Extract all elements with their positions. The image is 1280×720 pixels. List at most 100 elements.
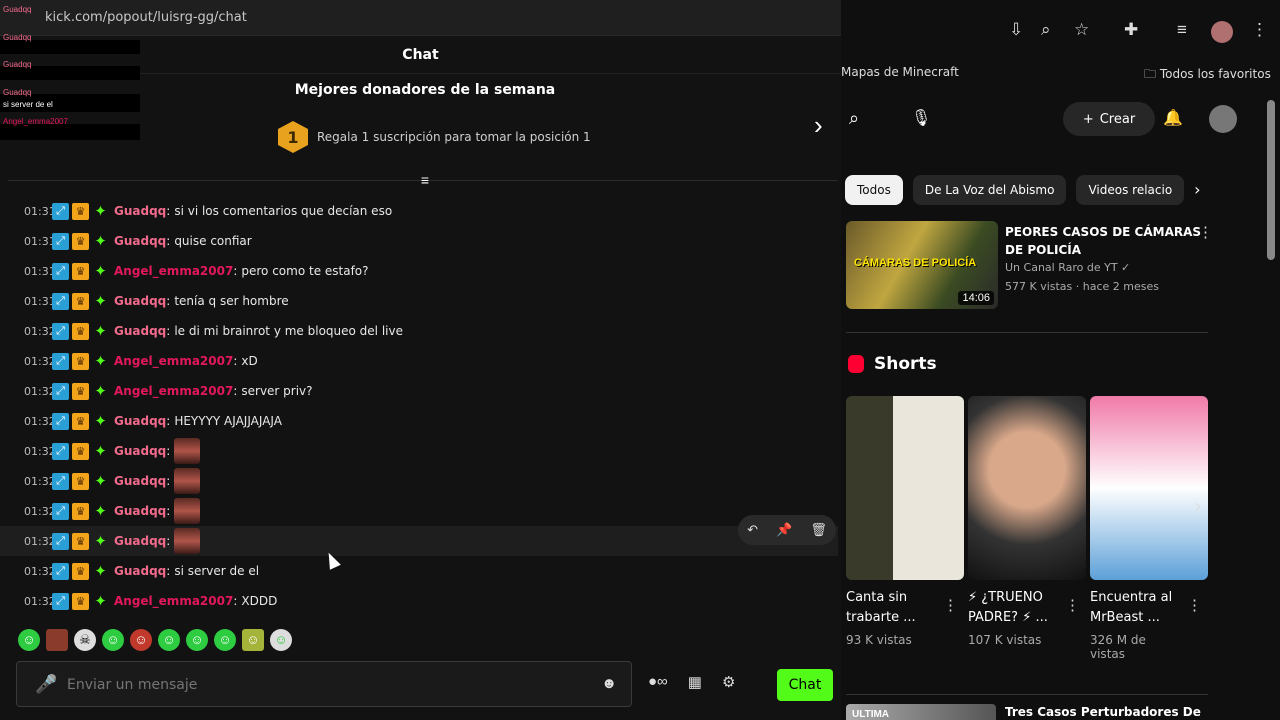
mic-icon[interactable]: 🎙	[911, 108, 931, 128]
chat-message[interactable]: 01:32 ⤢ ♛ ✦ Angel_emma2007: server priv?	[0, 376, 838, 406]
sub-badge-icon: ⤢	[52, 202, 69, 220]
more-icon[interactable]: ⋮	[1065, 596, 1080, 614]
chat-message[interactable]: 01:32 ⤢ ♛ ✦ Angel_emma2007: xD	[0, 346, 838, 376]
more-icon[interactable]: ⋮	[1187, 596, 1202, 614]
trash-icon[interactable]: 🗑	[810, 522, 827, 538]
chip-related[interactable]: Videos relacio	[1076, 175, 1185, 205]
profile-avatar[interactable]	[1211, 21, 1233, 43]
username[interactable]: Guadqq	[114, 504, 166, 518]
username[interactable]: Angel_emma2007	[114, 264, 233, 278]
short-title[interactable]: ⚡ ¿TRUENO PADRE? ⚡ ...	[968, 588, 1068, 628]
send-chat-button[interactable]: Chat	[777, 669, 833, 701]
short-thumbnail[interactable]	[1090, 396, 1208, 580]
search-icon[interactable]: ⌕	[849, 108, 859, 129]
short-title[interactable]: Canta sin trabarte ...	[846, 588, 946, 628]
video-thumbnail[interactable]: CÁMARAS DE POLICÍA 14:06	[846, 221, 998, 309]
short-title[interactable]: Encuentra al MrBeast ...	[1090, 588, 1190, 628]
video-card[interactable]: CÁMARAS DE POLICÍA 14:06 PEORES CASOS DE…	[846, 221, 1216, 311]
emote-icon[interactable]	[174, 438, 201, 464]
chevron-right-icon[interactable]: ›	[814, 110, 823, 141]
chat-message[interactable]: 01:31 ⤢ ♛ ✦ Guadqq: tenía q ser hombre	[0, 286, 838, 316]
username[interactable]: Guadqq	[114, 414, 166, 428]
reply-icon[interactable]: ↶	[747, 522, 758, 538]
message-input[interactable]	[67, 670, 587, 700]
username[interactable]: Guadqq	[114, 534, 166, 548]
verified-icon: ✓	[1121, 261, 1131, 274]
username[interactable]: Guadqq	[114, 324, 166, 338]
username[interactable]: Angel_emma2007	[114, 384, 233, 398]
video-title[interactable]: Tres Casos Perturbadores De	[1005, 705, 1201, 719]
chevron-right-icon[interactable]: ›	[1194, 175, 1200, 205]
more-icon[interactable]: ⋮	[943, 596, 958, 614]
short-thumbnail[interactable]	[846, 396, 964, 580]
infinity-icon[interactable]: ●∞	[648, 673, 668, 691]
more-icon[interactable]: ⋮	[1198, 223, 1213, 241]
bookmark-item[interactable]: Mapas de Minecraft	[841, 65, 959, 79]
emoji-icon[interactable]: ☻	[601, 675, 617, 692]
chat-message[interactable]: 01:31 ⤢ ♛ ✦ Guadqq: quise confiar	[0, 226, 838, 256]
timestamp: 01:31	[24, 264, 56, 278]
chat-message[interactable]: 01:31 ⤢ ♛ ✦ Guadqq: si vi los comentarios que…	[0, 196, 838, 226]
menu-icon[interactable]: ⋮	[1251, 20, 1268, 40]
avatar[interactable]	[1209, 105, 1237, 133]
collapse-icon[interactable]: ≡	[416, 172, 434, 188]
emote-icon[interactable]: ☺	[158, 629, 180, 651]
crown-badge-icon: ♛	[72, 292, 89, 310]
overlay-text: si server de el	[3, 99, 53, 109]
scrollbar[interactable]	[1267, 100, 1275, 260]
store-icon[interactable]: ▦	[688, 673, 702, 691]
username[interactable]: Guadqq	[114, 204, 166, 218]
emote-icon[interactable]: ☺	[18, 629, 40, 651]
chat-message[interactable]: 01:31 ⤢ ♛ ✦ Angel_emma2007: pero como te esta…	[0, 256, 838, 286]
chat-message[interactable]: 01:32 ⤢ ♛ ✦ Guadqq:	[0, 526, 838, 556]
emote-icon[interactable]: ☺	[214, 629, 236, 651]
emote-icon[interactable]	[174, 528, 201, 554]
short-thumbnail[interactable]	[968, 396, 1086, 580]
username[interactable]: Guadqq	[114, 444, 166, 458]
extensions-icon[interactable]: ✚	[1124, 20, 1138, 40]
pin-icon[interactable]: 📌	[776, 522, 792, 538]
media-icon[interactable]: ≡	[1177, 20, 1187, 40]
chat-message[interactable]: 01:32 ⤢ ♛ ✦ Guadqq: HEYYYY AJAJJAJAJA	[0, 406, 838, 436]
timestamp: 01:32	[24, 474, 56, 488]
zoom-icon[interactable]: ⌕	[1041, 20, 1051, 40]
username[interactable]: Angel_emma2007	[114, 594, 233, 608]
chevron-right-icon[interactable]: ›	[1195, 496, 1201, 517]
install-icon[interactable]: ⇩	[1009, 20, 1023, 40]
chat-message[interactable]: 01:32 ⤢ ♛ ✦ Guadqq: si server de el	[0, 556, 838, 586]
message-input-box: 🎤 ☻	[16, 661, 632, 707]
video-title[interactable]: PEORES CASOS DE CÁMARAS DE POLICÍA	[1005, 223, 1205, 259]
video-thumbnail[interactable]: ULTIMA	[846, 704, 996, 720]
channel-name[interactable]: Un Canal Raro de YT ✓	[1005, 261, 1130, 274]
emote-icon[interactable]: ☺	[102, 629, 124, 651]
username[interactable]: Angel_emma2007	[114, 354, 233, 368]
gear-icon[interactable]: ⚙	[722, 673, 735, 691]
emote-icon[interactable]	[174, 468, 201, 494]
emote-icon[interactable]	[46, 629, 68, 651]
chat-message[interactable]: 01:32 ⤢ ♛ ✦ Guadqq:	[0, 436, 838, 466]
bell-icon[interactable]: 🔔	[1163, 108, 1183, 128]
chat-message[interactable]: 01:32 ⤢ ♛ ✦ Guadqq:	[0, 466, 838, 496]
mic-icon[interactable]: 🎤	[35, 674, 57, 695]
star-icon[interactable]: ☆	[1074, 20, 1089, 40]
emote-icon[interactable]: ☺	[186, 629, 208, 651]
donor-row[interactable]: 1 Regala 1 suscripción para tomar la pos…	[278, 121, 591, 153]
chip-channel[interactable]: De La Voz del Abismo	[912, 175, 1067, 205]
chat-message[interactable]: 01:32 ⤢ ♛ ✦ Guadqq: le di mi brainrot y me bl…	[0, 316, 838, 346]
emote-icon[interactable]: ☺	[242, 629, 264, 651]
chat-message[interactable]: 01:32 ⤢ ♛ ✦ Guadqq:	[0, 496, 838, 526]
create-button[interactable]: + Crear	[1063, 102, 1155, 136]
emote-icon[interactable]: ☺	[270, 629, 292, 651]
username[interactable]: Guadqq	[114, 294, 166, 308]
bookmark-folder[interactable]: 🗀 Todos los favoritos	[1144, 65, 1271, 86]
sub-badge-icon: ⤢	[52, 262, 69, 280]
channel-label: Un Canal Raro de YT	[1005, 261, 1118, 274]
chip-all[interactable]: Todos	[845, 175, 903, 205]
skull-emote-icon[interactable]: ☠	[74, 629, 96, 651]
username[interactable]: Guadqq	[114, 564, 166, 578]
emote-icon[interactable]: ☺	[130, 629, 152, 651]
username[interactable]: Guadqq	[114, 474, 166, 488]
emote-icon[interactable]	[174, 498, 201, 524]
username[interactable]: Guadqq	[114, 234, 166, 248]
chat-message[interactable]: 01:32 ⤢ ♛ ✦ Angel_emma2007: XDDD	[0, 586, 838, 616]
